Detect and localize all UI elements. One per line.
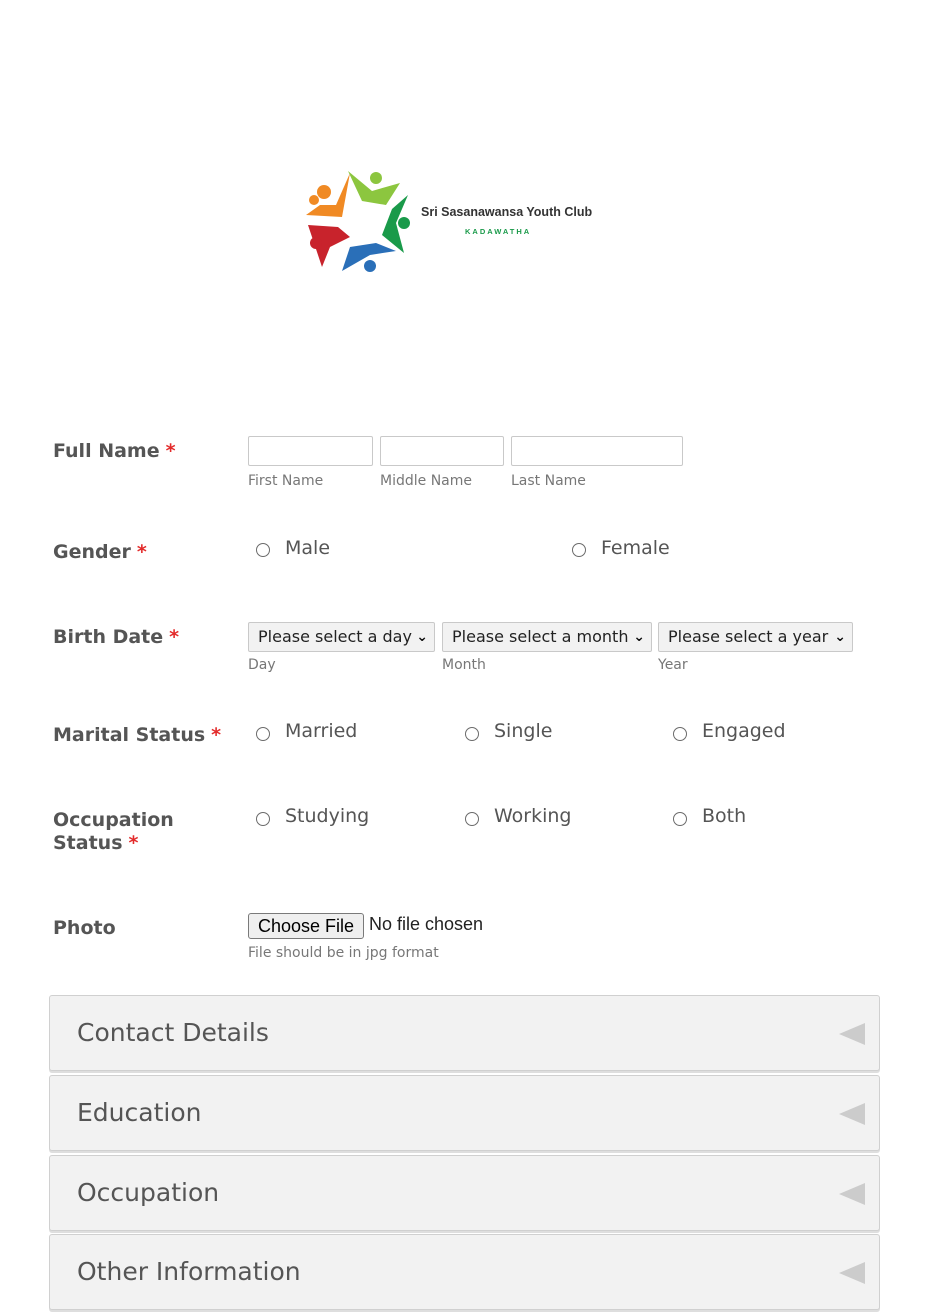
first-name-sublabel: First Name [248, 473, 324, 489]
day-sublabel: Day [248, 657, 276, 673]
full-name-label-text: Full Name [53, 440, 160, 462]
chevron-down-icon: ⌄ [633, 629, 645, 645]
occupation-status-label-line1: Occupation [53, 809, 174, 831]
marital-single-label[interactable]: Single [494, 720, 552, 742]
gender-female-radio[interactable] [572, 543, 586, 557]
occupation-both-label[interactable]: Both [702, 805, 746, 827]
birth-month-selected: Please select a month [452, 627, 629, 646]
collapse-arrow-icon [839, 1023, 865, 1045]
full-name-label: Full Name * [53, 440, 176, 463]
gender-label-text: Gender [53, 541, 131, 563]
last-name-sublabel: Last Name [511, 473, 586, 489]
marital-status-label: Marital Status * [53, 724, 221, 747]
choose-file-button[interactable]: Choose File [248, 913, 364, 939]
birth-day-select[interactable]: Please select a day ⌄ [248, 622, 435, 652]
occupation-working-label[interactable]: Working [494, 805, 572, 827]
required-marker: * [165, 440, 176, 462]
required-marker: * [128, 832, 139, 854]
chevron-down-icon: ⌄ [416, 629, 428, 645]
collapse-arrow-icon [839, 1262, 865, 1284]
club-name: Sri Sasanawansa Youth Club [421, 205, 593, 219]
collapse-arrow-icon [839, 1103, 865, 1125]
star-people-logo-icon [306, 171, 410, 272]
middle-name-input[interactable] [380, 436, 504, 466]
section-title: Occupation [77, 1178, 220, 1207]
birth-date-label-text: Birth Date [53, 626, 164, 648]
birth-year-selected: Please select a year [668, 627, 829, 646]
gender-label: Gender * [53, 541, 147, 564]
marital-married-label[interactable]: Married [285, 720, 357, 742]
marital-engaged-radio[interactable] [673, 727, 687, 741]
month-sublabel: Month [442, 657, 486, 673]
occupation-working-radio[interactable] [465, 812, 479, 826]
section-other-information[interactable]: Other Information [49, 1234, 880, 1310]
birth-year-select[interactable]: Please select a year ⌄ [658, 622, 853, 652]
marital-married-radio[interactable] [256, 727, 270, 741]
last-name-input[interactable] [511, 436, 683, 466]
gender-male-label[interactable]: Male [285, 537, 330, 559]
section-title: Contact Details [77, 1018, 269, 1047]
photo-hint: File should be in jpg format [248, 945, 439, 961]
occupation-status-label-line2: Status [53, 832, 123, 854]
section-occupation[interactable]: Occupation [49, 1155, 880, 1231]
birth-date-label: Birth Date * [53, 626, 179, 649]
section-title: Other Information [77, 1257, 301, 1286]
marital-status-label-text: Marital Status [53, 724, 206, 746]
club-logo: Sri Sasanawansa Youth Club KADAWATHA [300, 165, 620, 280]
photo-label: Photo [53, 917, 116, 940]
chevron-down-icon: ⌄ [834, 629, 846, 645]
occupation-studying-radio[interactable] [256, 812, 270, 826]
marital-engaged-label[interactable]: Engaged [702, 720, 786, 742]
section-contact-details[interactable]: Contact Details [49, 995, 880, 1071]
section-title: Education [77, 1098, 202, 1127]
birth-day-selected: Please select a day [258, 627, 412, 646]
birth-month-select[interactable]: Please select a month ⌄ [442, 622, 652, 652]
year-sublabel: Year [658, 657, 688, 673]
required-marker: * [211, 724, 222, 746]
file-status: No file chosen [369, 914, 484, 934]
gender-female-label[interactable]: Female [601, 537, 670, 559]
required-marker: * [169, 626, 180, 648]
marital-single-radio[interactable] [465, 727, 479, 741]
photo-label-text: Photo [53, 917, 116, 939]
middle-name-sublabel: Middle Name [380, 473, 472, 489]
first-name-input[interactable] [248, 436, 373, 466]
occupation-status-label: Occupation Status * [53, 809, 174, 855]
gender-male-radio[interactable] [256, 543, 270, 557]
required-marker: * [136, 541, 147, 563]
section-education[interactable]: Education [49, 1075, 880, 1151]
club-location: KADAWATHA [465, 227, 532, 236]
occupation-studying-label[interactable]: Studying [285, 805, 369, 827]
occupation-both-radio[interactable] [673, 812, 687, 826]
collapse-arrow-icon [839, 1183, 865, 1205]
